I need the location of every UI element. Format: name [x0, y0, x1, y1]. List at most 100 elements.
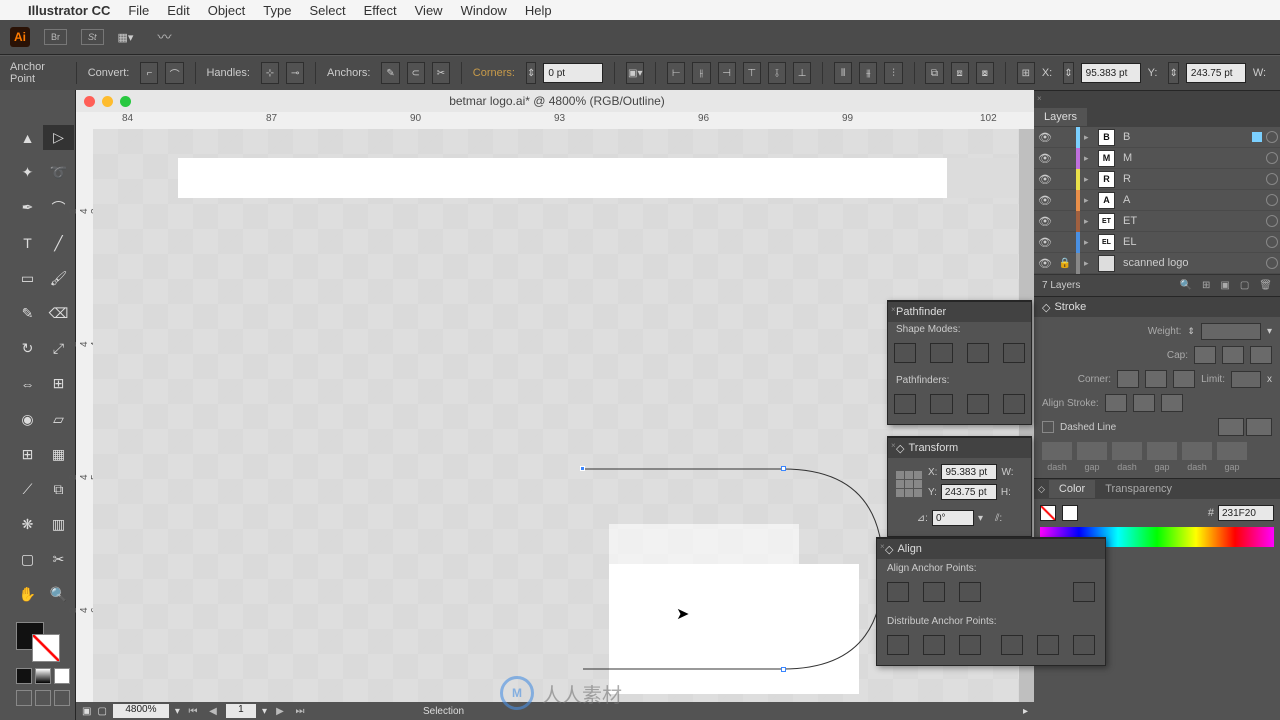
layers-close[interactable]: ×: [1034, 90, 1280, 106]
direct-selection-tool[interactable]: ▷: [43, 125, 74, 150]
slice-tool[interactable]: ✂: [43, 547, 74, 572]
line-tool[interactable]: ╱: [43, 231, 74, 256]
corner-round-button[interactable]: [1145, 370, 1167, 388]
align-inside-button[interactable]: [1133, 394, 1155, 412]
cap-round-button[interactable]: [1222, 346, 1244, 364]
x-stepper[interactable]: ⇕: [1063, 62, 1073, 84]
transform-y-input[interactable]: [941, 484, 997, 500]
divide-button[interactable]: [894, 394, 916, 414]
overlap-back-button[interactable]: ⧈: [951, 62, 969, 84]
weight-stepper[interactable]: ⇕: [1187, 326, 1195, 337]
dash-2-input[interactable]: [1112, 442, 1142, 460]
rotate-tool[interactable]: ↻: [12, 336, 43, 361]
weight-dropdown[interactable]: ▾: [1267, 326, 1272, 337]
y-stepper[interactable]: ⇕: [1168, 62, 1178, 84]
fill-stroke-swatches[interactable]: [12, 618, 75, 720]
anchor-connect-button[interactable]: ⊂: [407, 62, 425, 84]
exclude-button[interactable]: [1003, 343, 1025, 363]
graph-tool[interactable]: ▥: [43, 512, 74, 537]
page-prev-button[interactable]: ◀: [206, 706, 220, 717]
menu-edit[interactable]: Edit: [167, 3, 189, 18]
visibility-icon[interactable]: 👁: [1036, 131, 1054, 144]
y-input[interactable]: [1186, 63, 1246, 83]
corner-value-input[interactable]: [543, 63, 603, 83]
corners-label[interactable]: Corners:: [473, 67, 515, 79]
symbol-sprayer-tool[interactable]: ❋: [12, 512, 43, 537]
grid-ref-button[interactable]: ⊞: [1017, 62, 1035, 84]
vector-path[interactable]: [583, 469, 887, 673]
align-hcenter-button[interactable]: ⫲: [692, 62, 710, 84]
align-anchor-right[interactable]: [959, 582, 981, 602]
corner-bevel-button[interactable]: [1173, 370, 1195, 388]
menu-object[interactable]: Object: [208, 3, 246, 18]
zoom-dropdown[interactable]: ▾: [175, 706, 180, 717]
layer-row[interactable]: 👁 ▸ EL EL: [1034, 232, 1280, 253]
ruler-horizontal[interactable]: 84 87 90 93 96 99 102: [76, 112, 1034, 129]
limit-input[interactable]: [1231, 371, 1261, 388]
target-icon[interactable]: [1266, 131, 1278, 143]
color-tab[interactable]: Color: [1049, 480, 1095, 498]
page-first-button[interactable]: ⏮: [186, 706, 200, 717]
visibility-icon[interactable]: 👁: [1036, 215, 1054, 228]
corner-stepper[interactable]: ⇕: [526, 62, 536, 84]
anchor-remove-button[interactable]: ✎: [381, 62, 399, 84]
arrange-docs-button[interactable]: ▦▾: [118, 31, 144, 44]
corner-miter-button[interactable]: [1117, 370, 1139, 388]
dist-anchor-left[interactable]: [887, 635, 909, 655]
dist-anchor-top[interactable]: [1001, 635, 1023, 655]
overlap-front-button[interactable]: ⧉: [925, 62, 943, 84]
menu-file[interactable]: File: [128, 3, 149, 18]
align-right-button[interactable]: ⊣: [718, 62, 736, 84]
x-input[interactable]: [1081, 63, 1141, 83]
magic-wand-tool[interactable]: ✦: [12, 160, 43, 185]
menubar-app-name[interactable]: Illustrator CC: [28, 3, 110, 18]
layer-row[interactable]: 👁 ▸ B B: [1034, 127, 1280, 148]
selection-tool[interactable]: ▲: [12, 125, 43, 150]
paintbrush-tool[interactable]: 🖌: [43, 266, 74, 291]
dash-preserve-button[interactable]: [1218, 418, 1244, 436]
page-last-button[interactable]: ⏭: [293, 706, 307, 717]
align-vcenter-button[interactable]: ⫱: [768, 62, 786, 84]
crop-button[interactable]: [1003, 394, 1025, 414]
mesh-tool[interactable]: ⊞: [12, 442, 43, 467]
perspective-tool[interactable]: ▱: [43, 407, 74, 432]
visibility-icon[interactable]: 👁: [1036, 194, 1054, 207]
transform-x-input[interactable]: [941, 464, 997, 480]
align-bottom-button[interactable]: ⊥: [793, 62, 811, 84]
cap-butt-button[interactable]: [1194, 346, 1216, 364]
eyedropper-tool[interactable]: ⟋: [12, 477, 43, 502]
width-tool[interactable]: ⇔: [12, 371, 43, 396]
pencil-tool[interactable]: ✎: [12, 301, 43, 326]
intersect-button[interactable]: [967, 343, 989, 363]
layer-row[interactable]: 👁 ▸ R R: [1034, 169, 1280, 190]
nav-first-icon[interactable]: ▣: [82, 706, 91, 717]
transform-panel[interactable]: ×◇Transform X:W: Y:H: ⊿: ▾ ⫽:: [887, 436, 1032, 537]
dashed-checkbox[interactable]: [1042, 421, 1054, 433]
stock-button[interactable]: St: [81, 29, 104, 45]
type-tool[interactable]: T: [12, 231, 43, 256]
overlap-center-button[interactable]: ⧇: [976, 62, 994, 84]
merge-button[interactable]: [967, 394, 989, 414]
blend-tool[interactable]: ⧉: [43, 477, 74, 502]
page-next-button[interactable]: ▶: [273, 706, 287, 717]
layer-row[interactable]: 👁 ▸ ET ET: [1034, 211, 1280, 232]
cap-square-button[interactable]: [1250, 346, 1272, 364]
dist-anchor-hcenter[interactable]: [923, 635, 945, 655]
distribute-spacing-button[interactable]: ⫶: [884, 62, 902, 84]
visibility-icon[interactable]: 👁: [1036, 173, 1054, 186]
anchor-point[interactable]: [781, 466, 786, 471]
weight-input[interactable]: [1201, 323, 1261, 340]
rectangle-tool[interactable]: ▭: [12, 266, 43, 291]
screen-mode-normal[interactable]: [16, 690, 32, 706]
menu-select[interactable]: Select: [309, 3, 345, 18]
layer-row[interactable]: 👁 ▸ A A: [1034, 190, 1280, 211]
dash-align-button[interactable]: [1246, 418, 1272, 436]
convert-corner-button[interactable]: ⌐: [140, 62, 158, 84]
artboard-tool[interactable]: ▢: [12, 547, 43, 572]
menu-window[interactable]: Window: [461, 3, 507, 18]
minus-front-button[interactable]: [930, 343, 952, 363]
dash-1-input[interactable]: [1042, 442, 1072, 460]
anchor-cut-button[interactable]: ✂: [432, 62, 450, 84]
stroke-panel-header[interactable]: ◇Stroke: [1034, 296, 1280, 317]
new-layer-icon[interactable]: ▢: [1240, 280, 1249, 291]
